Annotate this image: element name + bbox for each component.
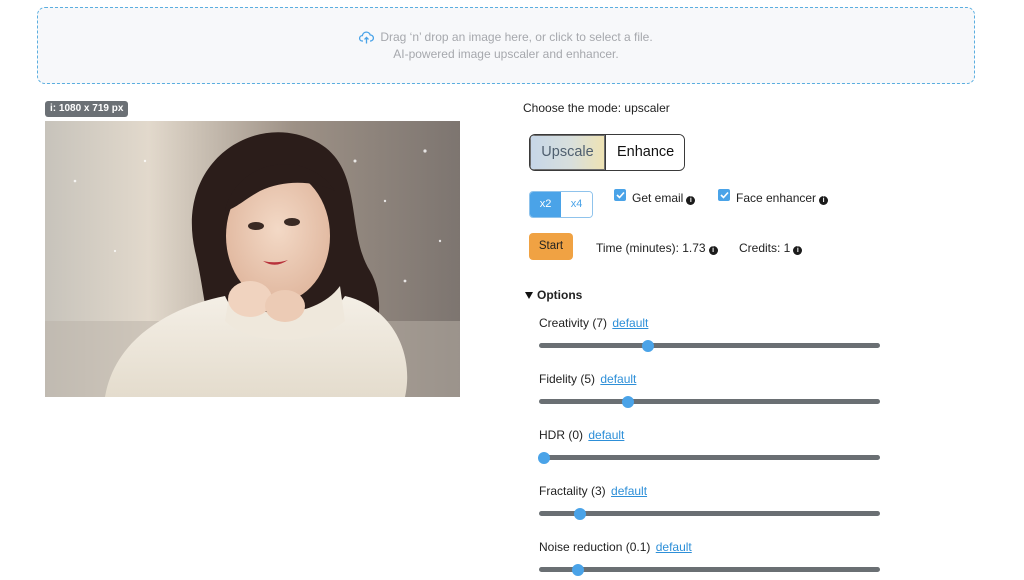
reset-default-link[interactable]: default xyxy=(600,372,636,386)
mode-enhance-button[interactable]: Enhance xyxy=(606,135,684,170)
slider-label: Fidelity (5) default xyxy=(539,372,636,386)
face-enhancer-option: Face enhancer i xyxy=(718,189,829,205)
slider-thumb[interactable] xyxy=(642,339,655,352)
slider-label-text: Fidelity (5) xyxy=(539,372,596,386)
dropzone-instruction: Drag ‘n’ drop an image here, or click to… xyxy=(380,29,653,44)
get-email-label: Get email xyxy=(632,191,684,205)
slider-label: Noise reduction (0.1) default xyxy=(539,540,692,554)
slider-track[interactable] xyxy=(539,507,880,520)
info-icon[interactable]: i xyxy=(708,246,718,255)
slider-label: Fractality (3) default xyxy=(539,484,647,498)
options-toggle[interactable]: Options xyxy=(525,288,582,302)
face-enhancer-checkbox[interactable] xyxy=(718,189,730,201)
time-estimate: Time (minutes): 1.73 i xyxy=(596,241,718,255)
slider-thumb[interactable] xyxy=(573,507,586,520)
scale-selector: x2 x4 xyxy=(529,191,593,218)
image-dimensions-badge: i: 1080 x 719 px xyxy=(45,101,129,117)
slider-track[interactable] xyxy=(539,339,880,352)
info-icon[interactable]: i xyxy=(686,196,696,205)
upload-dropzone[interactable]: Drag ‘n’ drop an image here, or click to… xyxy=(37,7,975,84)
slider-label-text: Creativity (7) xyxy=(539,316,608,330)
slider-label-text: Fractality (3) xyxy=(539,484,606,498)
mode-title: Choose the mode: upscaler xyxy=(523,101,670,115)
slider-thumb[interactable] xyxy=(621,395,634,408)
slider-label: HDR (0) default xyxy=(539,428,624,442)
uploaded-photo xyxy=(45,121,460,397)
info-icon[interactable]: i xyxy=(793,246,803,255)
caret-down-icon xyxy=(525,291,533,299)
scale-x2-button[interactable]: x2 xyxy=(530,192,561,217)
options-label: Options xyxy=(537,288,583,302)
time-estimate-text: Time (minutes): 1.73 xyxy=(596,241,706,255)
dropzone-tagline: AI-powered image upscaler and enhancer. xyxy=(393,46,619,61)
credits-count: Credits: 1i xyxy=(739,241,803,255)
slider-label-text: Noise reduction (0.1) xyxy=(539,540,651,554)
credits-text: Credits: 1 xyxy=(739,241,791,255)
face-enhancer-label: Face enhancer xyxy=(736,191,817,205)
reset-default-link[interactable]: default xyxy=(611,484,647,498)
get-email-checkbox[interactable] xyxy=(614,189,626,201)
reset-default-link[interactable]: default xyxy=(612,316,648,330)
get-email-option: Get email i xyxy=(614,189,696,205)
info-icon[interactable]: i xyxy=(819,196,829,205)
slider-thumb[interactable] xyxy=(538,451,551,464)
cloud-upload-icon xyxy=(359,31,375,44)
reset-default-link[interactable]: default xyxy=(588,428,624,442)
slider-label: Creativity (7) default xyxy=(539,316,648,330)
slider-thumb[interactable] xyxy=(572,563,585,576)
slider-track[interactable] xyxy=(539,395,880,408)
mode-selector: Upscale Enhance xyxy=(529,134,685,171)
scale-x4-button[interactable]: x4 xyxy=(561,192,592,217)
slider-label-text: HDR (0) xyxy=(539,428,583,442)
slider-track[interactable] xyxy=(539,563,880,576)
start-button[interactable]: Start xyxy=(529,233,573,260)
slider-track[interactable] xyxy=(538,451,880,464)
reset-default-link[interactable]: default xyxy=(656,540,692,554)
mode-upscale-button[interactable]: Upscale xyxy=(530,135,606,170)
